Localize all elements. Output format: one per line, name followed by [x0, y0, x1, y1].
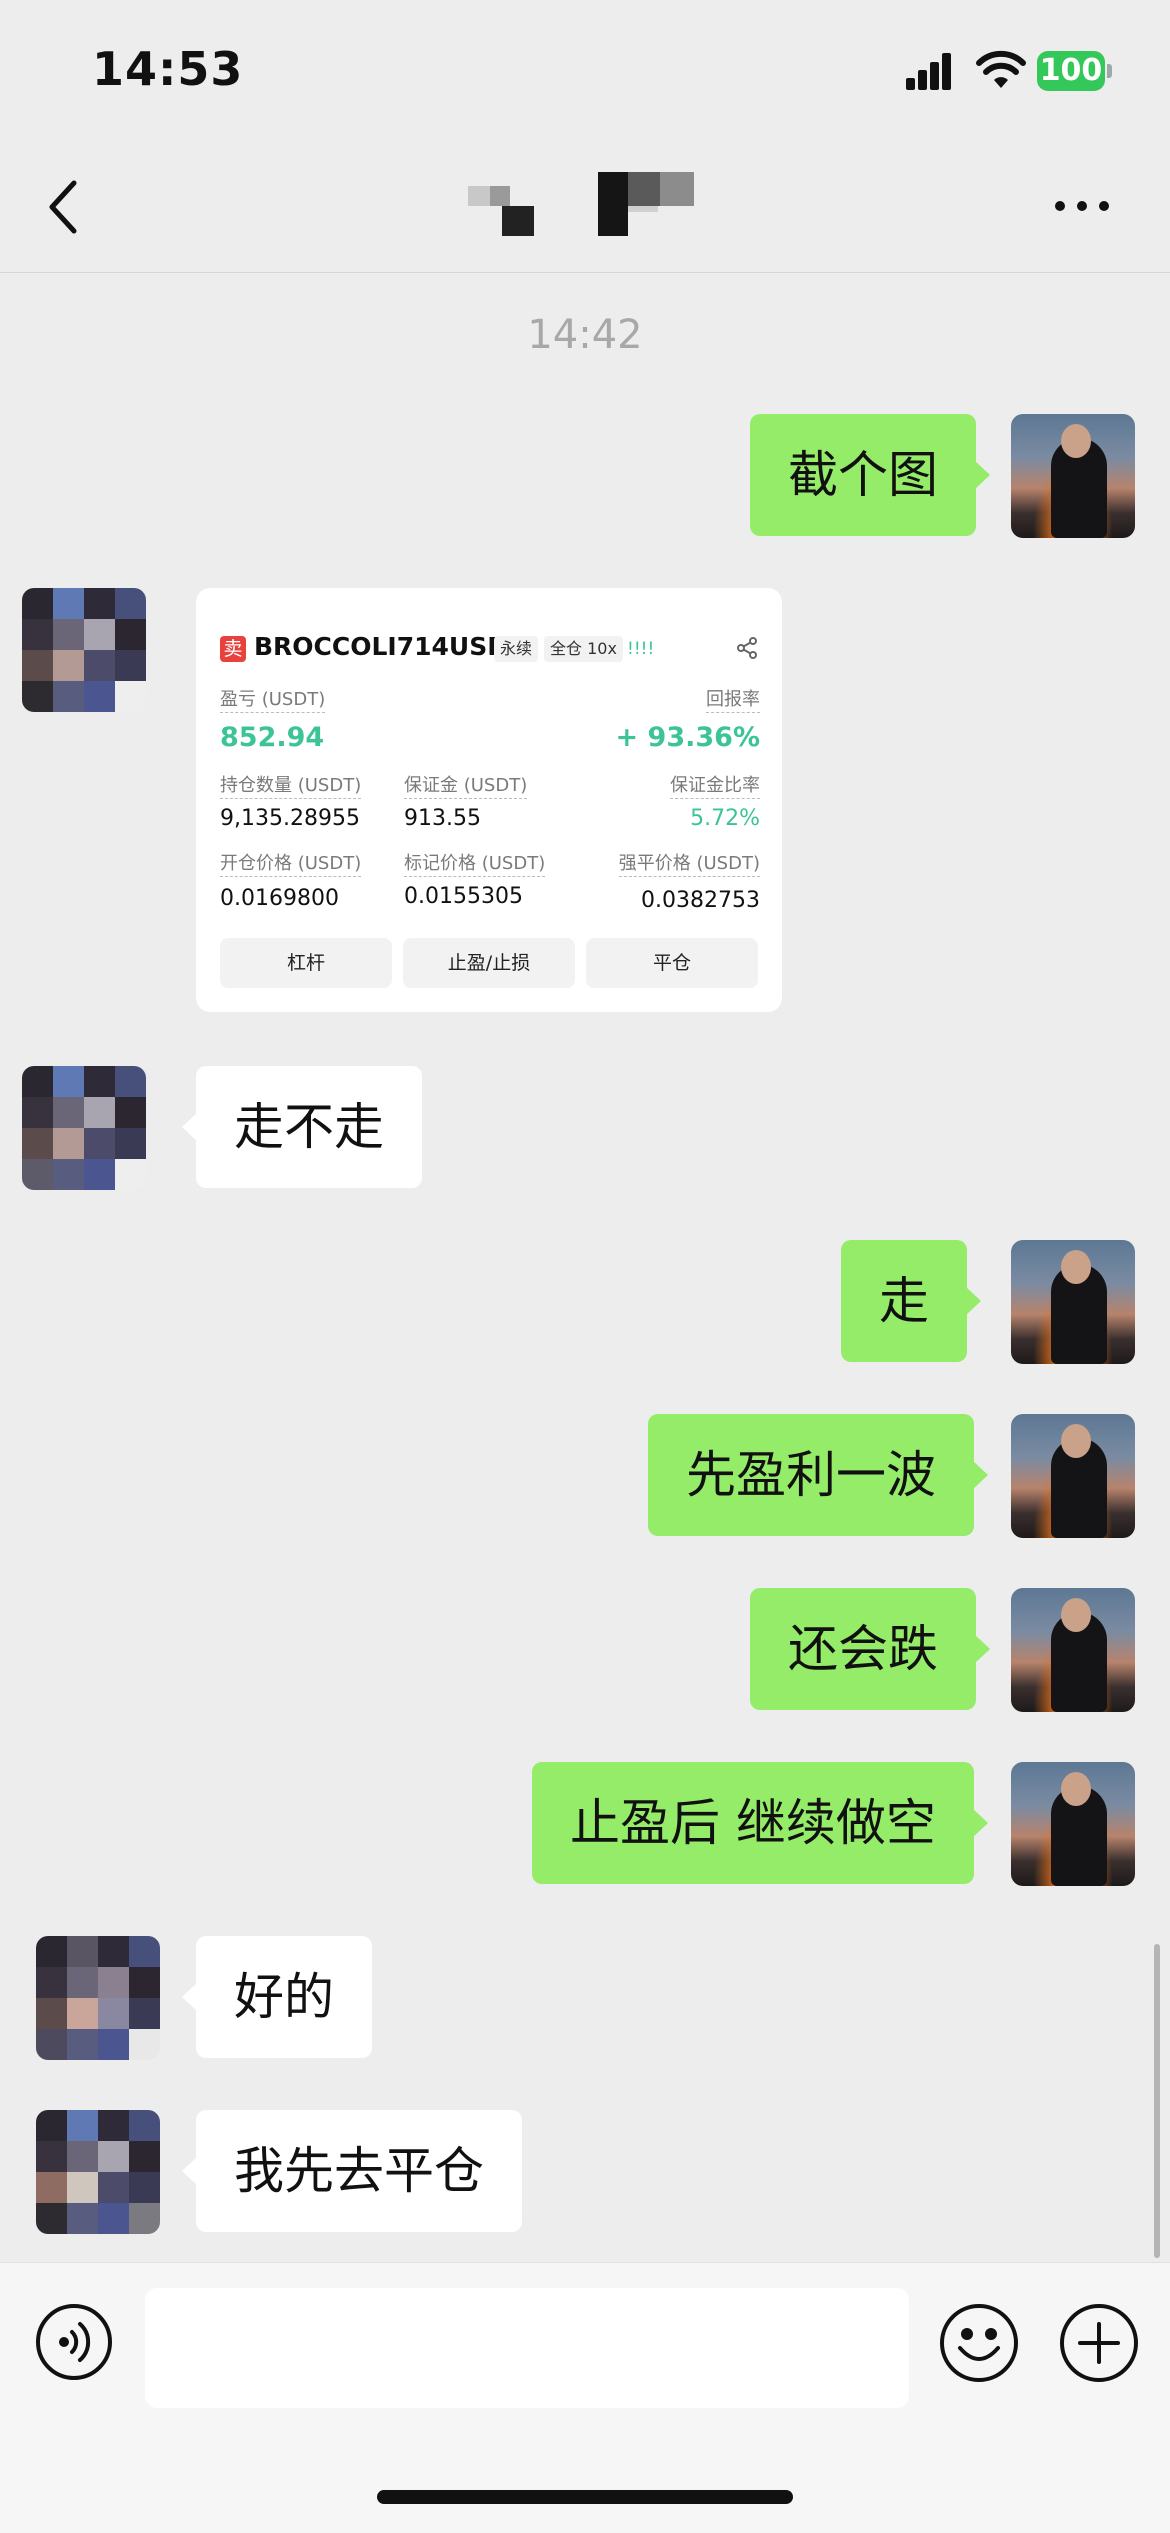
message-input[interactable] [145, 2288, 909, 2408]
cellular-signal-icon [906, 52, 952, 90]
more-dots-icon [1055, 201, 1109, 211]
plus-button[interactable] [1058, 2302, 1140, 2384]
tpsl-button[interactable]: 止盈/止损 [403, 938, 575, 988]
chevron-left-icon [49, 180, 77, 234]
margin-ratio-value: 5.72% [690, 806, 760, 831]
status-time: 14:53 [92, 42, 244, 96]
margin-value: 913.55 [404, 806, 481, 831]
liq-price-value: 0.0382753 [641, 888, 760, 913]
adl-indicator: !!!! [627, 639, 655, 659]
chat-scrollbar[interactable] [1154, 1944, 1160, 2258]
message-bubble-me[interactable]: 走 [841, 1240, 981, 1362]
position-size-label: 持仓数量 (USDT) [220, 774, 362, 799]
mark-price-label: 标记价格 (USDT) [404, 852, 546, 877]
share-icon [737, 637, 757, 659]
wifi-icon [976, 50, 1026, 88]
message-bubble-me[interactable]: 截个图 [750, 414, 990, 536]
roi-value: + 93.36% [615, 722, 760, 753]
emoji-icon [940, 2304, 1018, 2382]
leverage-button[interactable]: 杠杆 [220, 938, 392, 988]
close-position-button[interactable]: 平仓 [586, 938, 758, 988]
my-avatar[interactable] [1011, 1588, 1135, 1712]
message-bubble-them[interactable]: 我先去平仓 [182, 2110, 522, 2232]
entry-price-label: 开仓价格 (USDT) [220, 852, 362, 877]
my-avatar[interactable] [1011, 1414, 1135, 1538]
mark-price-value: 0.0155305 [404, 884, 523, 909]
voice-button[interactable] [34, 2302, 114, 2382]
liq-price-label: 强平价格 (USDT) [618, 852, 760, 877]
trade-screenshot-image[interactable]: 卖 BROCCOLI714USDT 永续 全仓 10x !!!! 盈亏 (USD… [196, 588, 782, 1012]
position-size-value: 9,135.28955 [220, 806, 360, 831]
pnl-value: 852.94 [220, 722, 325, 753]
back-button[interactable] [44, 177, 84, 237]
battery-level: 100 [1037, 51, 1105, 91]
pnl-label: 盈亏 (USDT) [220, 688, 326, 713]
emoji-button[interactable] [938, 2302, 1020, 2384]
chat-title-redacted [468, 172, 694, 236]
margin-ratio-label: 保证金比率 [670, 774, 760, 799]
chat-timestamp: 14:42 [527, 312, 643, 358]
message-bubble-them[interactable]: 走不走 [182, 1066, 422, 1188]
my-avatar[interactable] [1011, 1762, 1135, 1886]
contact-avatar[interactable] [36, 2110, 160, 2234]
tag-margin-mode: 全仓 10x [544, 636, 623, 662]
battery-icon: 100 [1037, 51, 1112, 91]
entry-price-value: 0.0169800 [220, 886, 339, 911]
tag-perpetual: 永续 [494, 636, 539, 662]
plus-icon [1060, 2304, 1138, 2382]
home-indicator [377, 2490, 793, 2504]
message-bubble-me[interactable]: 还会跌 [750, 1588, 990, 1710]
contact-avatar[interactable] [22, 588, 146, 712]
more-button[interactable] [1052, 196, 1112, 216]
contact-avatar[interactable] [36, 1936, 160, 2060]
message-bubble-me[interactable]: 止盈后 继续做空 [532, 1762, 988, 1884]
trade-symbol: BROCCOLI714USDT [254, 632, 526, 661]
my-avatar[interactable] [1011, 1240, 1135, 1364]
margin-label: 保证金 (USDT) [404, 774, 528, 799]
sell-badge: 卖 [220, 636, 246, 662]
message-bubble-them[interactable]: 好的 [182, 1936, 372, 2058]
voice-icon [36, 2304, 112, 2380]
my-avatar[interactable] [1011, 414, 1135, 538]
message-bubble-me[interactable]: 先盈利一波 [648, 1414, 988, 1536]
roi-label: 回报率 [706, 688, 760, 713]
contact-avatar[interactable] [22, 1066, 146, 1190]
